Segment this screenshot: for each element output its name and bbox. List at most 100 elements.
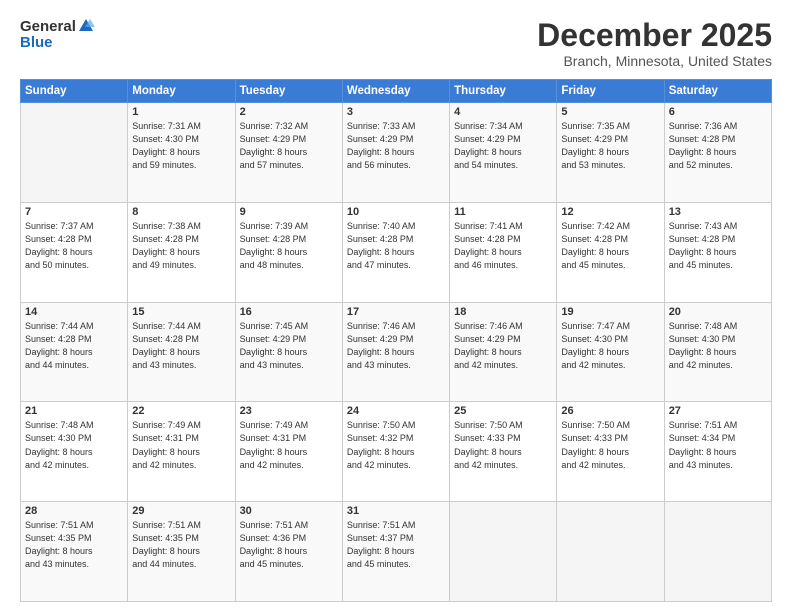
day-content: Sunrise: 7:44 AM Sunset: 4:28 PM Dayligh…	[25, 320, 123, 372]
day-content: Sunrise: 7:51 AM Sunset: 4:34 PM Dayligh…	[669, 419, 767, 471]
day-content: Sunrise: 7:51 AM Sunset: 4:35 PM Dayligh…	[25, 519, 123, 571]
calendar-cell: 15 Sunrise: 7:44 AM Sunset: 4:28 PM Dayli…	[128, 302, 235, 402]
logo: General Blue	[20, 18, 95, 52]
calendar-header-thursday: Thursday	[450, 80, 557, 103]
calendar-week-row: 1 Sunrise: 7:31 AM Sunset: 4:30 PM Daylig…	[21, 103, 772, 203]
calendar-cell: 4Sunrise: 7:34 AM Sunset: 4:29 PM Daylig…	[450, 103, 557, 203]
day-content: Sunrise: 7:47 AM Sunset: 4:30 PM Dayligh…	[561, 320, 659, 372]
header: General Blue December 2025 Branch, Minne…	[20, 18, 772, 69]
day-content: Sunrise: 7:43 AM Sunset: 4:28 PM Dayligh…	[669, 220, 767, 272]
day-number: 24	[347, 405, 445, 417]
day-content: Sunrise: 7:34 AM Sunset: 4:29 PM Dayligh…	[454, 120, 552, 172]
day-number: 26	[561, 405, 659, 417]
day-content: Sunrise: 7:50 AM Sunset: 4:32 PM Dayligh…	[347, 419, 445, 471]
calendar-cell: 5 Sunrise: 7:35 AM Sunset: 4:29 PM Daylig…	[557, 103, 664, 203]
day-content: Sunrise: 7:42 AM Sunset: 4:28 PM Dayligh…	[561, 220, 659, 272]
day-number: 2	[240, 106, 338, 118]
day-number: 27	[669, 405, 767, 417]
calendar-cell: 30Sunrise: 7:51 AM Sunset: 4:36 PM Dayli…	[235, 502, 342, 602]
day-number: 21	[25, 405, 123, 417]
logo-icon	[77, 17, 95, 35]
calendar-cell: 17 Sunrise: 7:46 AM Sunset: 4:29 PM Dayli…	[342, 302, 449, 402]
day-content: Sunrise: 7:44 AM Sunset: 4:28 PM Dayligh…	[132, 320, 230, 372]
day-content: Sunrise: 7:48 AM Sunset: 4:30 PM Dayligh…	[25, 419, 123, 471]
day-content: Sunrise: 7:35 AM Sunset: 4:29 PM Dayligh…	[561, 120, 659, 172]
day-number: 31	[347, 505, 445, 517]
calendar-cell: 22 Sunrise: 7:49 AM Sunset: 4:31 PM Dayli…	[128, 402, 235, 502]
calendar-cell: 20Sunrise: 7:48 AM Sunset: 4:30 PM Dayli…	[664, 302, 771, 402]
calendar-cell: 1 Sunrise: 7:31 AM Sunset: 4:30 PM Daylig…	[128, 103, 235, 203]
day-number: 7	[25, 206, 123, 218]
day-content: Sunrise: 7:50 AM Sunset: 4:33 PM Dayligh…	[454, 419, 552, 471]
calendar-cell: 3Sunrise: 7:33 AM Sunset: 4:29 PM Daylig…	[342, 103, 449, 203]
calendar-header-row: SundayMondayTuesdayWednesdayThursdayFrid…	[21, 80, 772, 103]
day-number: 16	[240, 306, 338, 318]
day-number: 9	[240, 206, 338, 218]
calendar-header-friday: Friday	[557, 80, 664, 103]
calendar-cell: 19 Sunrise: 7:47 AM Sunset: 4:30 PM Dayli…	[557, 302, 664, 402]
day-content: Sunrise: 7:32 AM Sunset: 4:29 PM Dayligh…	[240, 120, 338, 172]
calendar-header-sunday: Sunday	[21, 80, 128, 103]
day-content: Sunrise: 7:39 AM Sunset: 4:28 PM Dayligh…	[240, 220, 338, 272]
day-number: 13	[669, 206, 767, 218]
day-content: Sunrise: 7:40 AM Sunset: 4:28 PM Dayligh…	[347, 220, 445, 272]
calendar-cell: 24 Sunrise: 7:50 AM Sunset: 4:32 PM Dayli…	[342, 402, 449, 502]
day-content: Sunrise: 7:31 AM Sunset: 4:30 PM Dayligh…	[132, 120, 230, 172]
day-number: 15	[132, 306, 230, 318]
calendar-header-wednesday: Wednesday	[342, 80, 449, 103]
day-content: Sunrise: 7:45 AM Sunset: 4:29 PM Dayligh…	[240, 320, 338, 372]
calendar-cell: 8 Sunrise: 7:38 AM Sunset: 4:28 PM Daylig…	[128, 202, 235, 302]
day-number: 5	[561, 106, 659, 118]
calendar-cell: 12Sunrise: 7:42 AM Sunset: 4:28 PM Dayli…	[557, 202, 664, 302]
calendar-header-saturday: Saturday	[664, 80, 771, 103]
day-number: 20	[669, 306, 767, 318]
day-number: 8	[132, 206, 230, 218]
day-content: Sunrise: 7:50 AM Sunset: 4:33 PM Dayligh…	[561, 419, 659, 471]
page: General Blue December 2025 Branch, Minne…	[0, 0, 792, 612]
calendar-cell: 13 Sunrise: 7:43 AM Sunset: 4:28 PM Dayli…	[664, 202, 771, 302]
day-number: 22	[132, 405, 230, 417]
calendar-cell: 28 Sunrise: 7:51 AM Sunset: 4:35 PM Dayli…	[21, 502, 128, 602]
calendar-cell: 26 Sunrise: 7:50 AM Sunset: 4:33 PM Dayli…	[557, 402, 664, 502]
calendar-cell: 9 Sunrise: 7:39 AM Sunset: 4:28 PM Daylig…	[235, 202, 342, 302]
calendar-cell: 31 Sunrise: 7:51 AM Sunset: 4:37 PM Dayli…	[342, 502, 449, 602]
subtitle: Branch, Minnesota, United States	[537, 53, 772, 69]
calendar-week-row: 14 Sunrise: 7:44 AM Sunset: 4:28 PM Dayli…	[21, 302, 772, 402]
day-number: 25	[454, 405, 552, 417]
day-number: 17	[347, 306, 445, 318]
calendar-cell: 25 Sunrise: 7:50 AM Sunset: 4:33 PM Dayli…	[450, 402, 557, 502]
calendar-cell: 27 Sunrise: 7:51 AM Sunset: 4:34 PM Dayli…	[664, 402, 771, 502]
day-number: 29	[132, 505, 230, 517]
day-number: 10	[347, 206, 445, 218]
main-title: December 2025	[537, 18, 772, 53]
day-content: Sunrise: 7:49 AM Sunset: 4:31 PM Dayligh…	[132, 419, 230, 471]
day-number: 1	[132, 106, 230, 118]
day-content: Sunrise: 7:51 AM Sunset: 4:35 PM Dayligh…	[132, 519, 230, 571]
calendar-week-row: 21 Sunrise: 7:48 AM Sunset: 4:30 PM Dayli…	[21, 402, 772, 502]
day-content: Sunrise: 7:49 AM Sunset: 4:31 PM Dayligh…	[240, 419, 338, 471]
day-number: 3	[347, 106, 445, 118]
calendar-cell	[664, 502, 771, 602]
calendar-table: SundayMondayTuesdayWednesdayThursdayFrid…	[20, 79, 772, 602]
calendar-cell: 18 Sunrise: 7:46 AM Sunset: 4:29 PM Dayli…	[450, 302, 557, 402]
calendar-cell: 21 Sunrise: 7:48 AM Sunset: 4:30 PM Dayli…	[21, 402, 128, 502]
day-content: Sunrise: 7:51 AM Sunset: 4:37 PM Dayligh…	[347, 519, 445, 571]
calendar-week-row: 7Sunrise: 7:37 AM Sunset: 4:28 PM Daylig…	[21, 202, 772, 302]
day-content: Sunrise: 7:46 AM Sunset: 4:29 PM Dayligh…	[454, 320, 552, 372]
calendar-cell	[21, 103, 128, 203]
day-content: Sunrise: 7:36 AM Sunset: 4:28 PM Dayligh…	[669, 120, 767, 172]
day-content: Sunrise: 7:46 AM Sunset: 4:29 PM Dayligh…	[347, 320, 445, 372]
calendar-cell: 7Sunrise: 7:37 AM Sunset: 4:28 PM Daylig…	[21, 202, 128, 302]
day-number: 11	[454, 206, 552, 218]
calendar-header-monday: Monday	[128, 80, 235, 103]
day-number: 30	[240, 505, 338, 517]
day-number: 19	[561, 306, 659, 318]
calendar-cell: 2 Sunrise: 7:32 AM Sunset: 4:29 PM Daylig…	[235, 103, 342, 203]
day-number: 18	[454, 306, 552, 318]
day-number: 28	[25, 505, 123, 517]
calendar-week-row: 28 Sunrise: 7:51 AM Sunset: 4:35 PM Dayli…	[21, 502, 772, 602]
calendar-cell: 23Sunrise: 7:49 AM Sunset: 4:31 PM Dayli…	[235, 402, 342, 502]
calendar-cell: 11Sunrise: 7:41 AM Sunset: 4:28 PM Dayli…	[450, 202, 557, 302]
day-content: Sunrise: 7:38 AM Sunset: 4:28 PM Dayligh…	[132, 220, 230, 272]
day-number: 14	[25, 306, 123, 318]
